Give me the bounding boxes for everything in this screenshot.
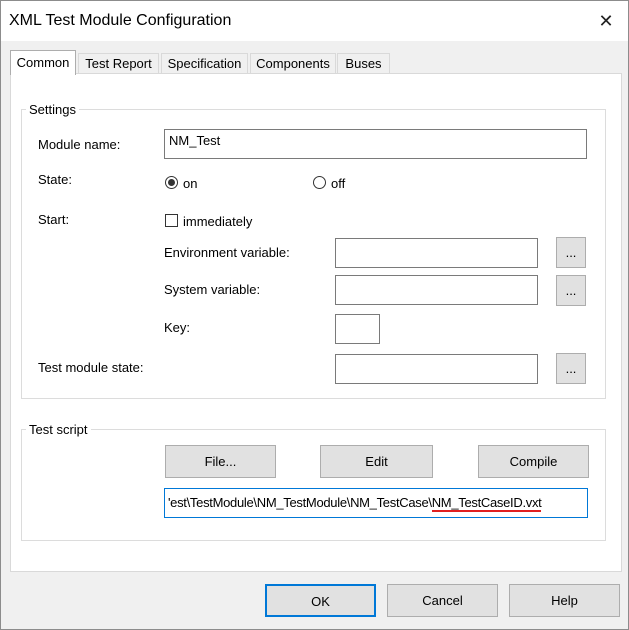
title-bar: XML Test Module Configuration ✕ [1,1,628,41]
sys-var-label: System variable: [164,282,261,297]
tab-specification[interactable]: Specification [161,53,248,74]
sys-var-input[interactable] [335,275,538,305]
tab-common[interactable]: Common [10,50,76,75]
ok-button[interactable]: OK [265,584,376,617]
env-var-browse-button[interactable]: ... [556,237,586,268]
state-on-radio[interactable] [165,176,178,189]
tab-components[interactable]: Components [250,53,336,74]
test-script-legend: Test script [26,422,91,437]
key-label: Key: [164,320,191,335]
env-var-input[interactable] [335,238,538,268]
tab-test-report[interactable]: Test Report [78,53,159,74]
script-path-text: 'est\TestModule\NM_TestModule\NM_TestCas… [168,495,542,512]
immediately-label[interactable]: immediately [183,214,252,229]
cancel-button[interactable]: Cancel [387,584,498,617]
env-var-label: Environment variable: [164,245,290,260]
settings-legend: Settings [26,102,79,117]
module-name-label: Module name: [38,137,121,152]
module-name-input[interactable]: NM_Test [164,129,587,159]
test-module-state-browse-button[interactable]: ... [556,353,586,384]
close-icon[interactable]: ✕ [591,7,621,35]
script-path-input[interactable]: 'est\TestModule\NM_TestModule\NM_TestCas… [164,488,588,518]
key-input[interactable] [335,314,380,344]
sys-var-browse-button[interactable]: ... [556,275,586,306]
tab-buses[interactable]: Buses [337,53,390,74]
dialog-title: XML Test Module Configuration [9,12,232,29]
help-button[interactable]: Help [509,584,620,617]
test-module-state-label: Test module state: [38,360,144,375]
start-label: Start: [38,212,70,227]
script-path-prefix: 'est\TestModule\NM_TestModule\NM_TestCas… [168,495,432,510]
compile-button[interactable]: Compile [478,445,589,478]
file-button[interactable]: File... [165,445,276,478]
test-module-state-input[interactable] [335,354,538,384]
state-on-label[interactable]: on [183,176,197,191]
tab-panel-common: Settings Module name: NM_Test State: on … [10,73,622,572]
radio-dot-icon [168,179,175,186]
config-dialog: XML Test Module Configuration ✕ Common T… [0,0,629,630]
immediately-checkbox[interactable] [165,214,178,227]
edit-button[interactable]: Edit [320,445,433,478]
script-path-highlight: NM_TestCaseID.vxt [431,495,542,512]
state-off-radio[interactable] [313,176,326,189]
module-name-value: NM_Test [169,133,221,148]
state-label: State: [38,172,72,187]
state-off-label[interactable]: off [331,176,345,191]
